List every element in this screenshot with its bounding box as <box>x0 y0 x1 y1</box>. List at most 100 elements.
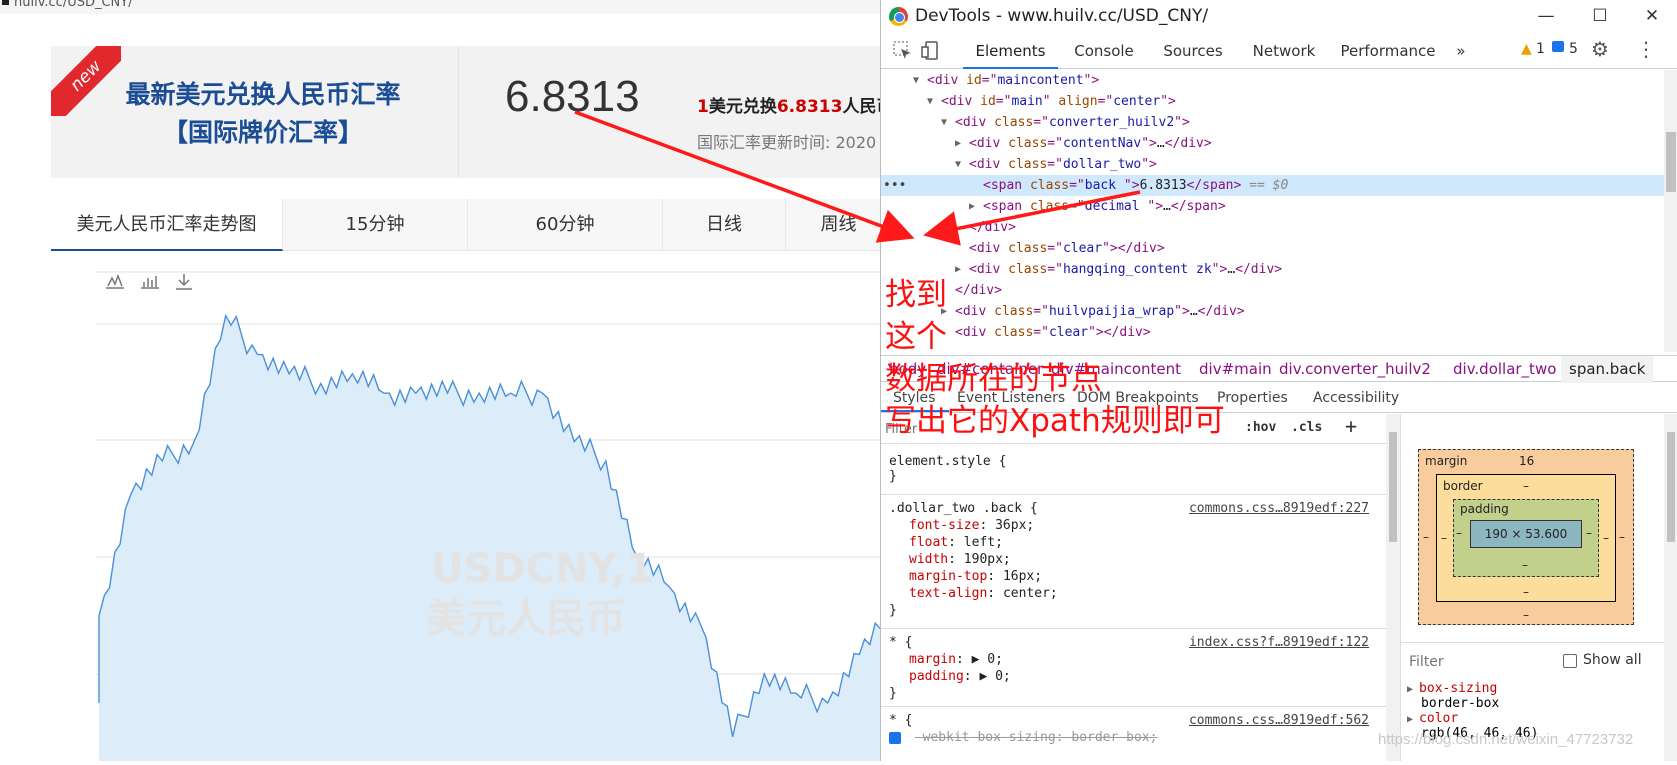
dom-toggle-icon[interactable]: ▼ <box>941 112 947 133</box>
add-rule-button[interactable]: + <box>1345 414 1357 438</box>
rate-desc-mid: 美元兑换 <box>708 97 777 117</box>
update-time: 国际汇率更新时间: 2020 <box>697 133 877 152</box>
computed-value: border-box <box>1421 696 1500 711</box>
padding-right-value: – <box>1586 526 1592 540</box>
dom-toggle-icon[interactable]: ▶ <box>955 133 961 154</box>
dom-node[interactable]: </div> <box>881 217 1664 238</box>
bar-chart-icon[interactable] <box>141 276 159 289</box>
header-divider <box>458 46 459 178</box>
chart-svg: USDCNY,1 美元人民币 <box>96 271 892 761</box>
dom-node[interactable]: ▼ <div id="maincontent"> <box>881 70 1664 91</box>
crumb-dollar-two[interactable]: div.dollar_two <box>1453 356 1556 383</box>
dom-node[interactable]: ▶ <span class="decimal ">…</span> <box>881 196 1664 217</box>
show-all-checkbox[interactable] <box>1563 654 1577 668</box>
line-chart-icon[interactable] <box>106 273 124 289</box>
dom-node[interactable]: <div class="clear"></div> <box>881 238 1664 259</box>
rule2-source-link[interactable]: index.css?f…8919edf:122 <box>1189 634 1369 651</box>
rule3-prop-struck[interactable]: -webkit-box-sizing: border-box; <box>915 730 1158 745</box>
tab-daily[interactable]: 日线 <box>663 199 786 251</box>
dom-toggle-icon[interactable]: ▼ <box>927 91 933 112</box>
settings-gear-icon[interactable]: ⚙ <box>1591 37 1609 61</box>
css-property[interactable]: margin-top: 16px; <box>889 568 1369 585</box>
rule1-source-link[interactable]: commons.css…8919edf:227 <box>1189 500 1369 517</box>
computed-property[interactable]: ▶ color <box>1407 711 1538 726</box>
computed-filter-input[interactable] <box>1409 651 1549 673</box>
page-title-line1: 最新美元兑换人民币汇率 <box>125 80 401 109</box>
more-options-icon[interactable]: ⋮ <box>1636 37 1656 61</box>
rate-chart: USDCNY,1 美元人民币 <box>51 252 892 761</box>
url-text: huilv.cc/USD_CNY/ <box>14 0 133 10</box>
inspect-element-icon[interactable] <box>893 41 913 61</box>
close-icon[interactable]: ✕ <box>1627 0 1677 33</box>
dom-node[interactable]: ▶ <div class="contentNav">…</div> <box>881 133 1664 154</box>
warning-icon[interactable]: ▲ <box>1521 41 1532 57</box>
box-model-pane: margin 16 – – – border – – – – padding –… <box>1400 414 1677 761</box>
styles-scrollbar[interactable] <box>1386 414 1400 761</box>
device-toolbar-icon[interactable] <box>921 41 941 61</box>
tab-network[interactable]: Network <box>1239 33 1329 69</box>
message-icon[interactable] <box>1552 41 1564 52</box>
dom-node[interactable]: ▼ <div class="dollar_two"> <box>881 154 1664 175</box>
dom-node[interactable]: ▼ <div id="main" align="center"> <box>881 91 1664 112</box>
page-icon <box>2 0 9 5</box>
css-property[interactable]: float: left; <box>889 534 1369 551</box>
minimize-icon[interactable]: — <box>1521 0 1571 33</box>
box-scroll-thumb[interactable] <box>1667 432 1675 542</box>
crumb-span-back[interactable]: span.back <box>1561 356 1654 383</box>
annotation-text: 找到 这个 数据所在的节点 写出它的Xpath规则即可 <box>885 274 1225 442</box>
selected-node-dots: ••• <box>883 178 907 193</box>
rule-universal-2: * { commons.css…8919edf:562 -webkit-box-… <box>889 712 1369 746</box>
box-scrollbar[interactable] <box>1664 414 1677 761</box>
download-icon[interactable] <box>176 274 192 290</box>
tab-weekly[interactable]: 周线 <box>786 199 891 251</box>
dom-toggle-icon[interactable]: ▼ <box>913 70 919 91</box>
blog-watermark: https://blog.csdn.net/weixin_47723732 <box>1378 731 1634 748</box>
rule3-prop-row: -webkit-box-sizing: border-box; <box>889 729 1369 746</box>
annotation-line1: 找到 <box>885 277 947 313</box>
rule-dollar-two-back: .dollar_two .back { commons.css…8919edf:… <box>889 500 1369 619</box>
rate-desc-amount: 1 <box>697 97 709 117</box>
dom-toggle-icon[interactable]: ▼ <box>955 154 961 175</box>
maximize-icon[interactable]: ☐ <box>1575 0 1625 33</box>
computed-property[interactable]: ▶ box-sizing <box>1407 681 1538 696</box>
tab-console[interactable]: Console <box>1061 33 1147 69</box>
subtab-properties[interactable]: Properties <box>1217 383 1288 413</box>
tab-elements[interactable]: Elements <box>963 33 1058 69</box>
tab-sources[interactable]: Sources <box>1151 33 1235 69</box>
padding-bottom-value: – <box>1522 558 1528 572</box>
dom-toggle-icon[interactable]: ▶ <box>969 196 975 217</box>
hov-button[interactable]: :hov <box>1245 420 1276 435</box>
subtab-accessibility[interactable]: Accessibility <box>1313 383 1399 413</box>
rule3-prop-checkbox[interactable] <box>889 731 901 744</box>
exchange-rate-value: 6.8313 <box>505 72 640 121</box>
css-property[interactable]: text-align: center; <box>889 585 1369 602</box>
box-model-padding: padding – – – 190 × 53.600 <box>1453 499 1599 577</box>
css-property[interactable]: padding: ▶ 0; <box>889 668 1369 685</box>
rule-separator <box>881 628 1386 629</box>
border-label: border <box>1443 479 1483 493</box>
message-count: 5 <box>1569 41 1578 57</box>
more-tabs-icon[interactable]: » <box>1449 33 1473 69</box>
border-left-value: – <box>1441 531 1447 545</box>
margin-right-value: – <box>1619 530 1625 544</box>
crumb-converter[interactable]: div.converter_huilv2 <box>1279 356 1431 383</box>
rule3-source-link[interactable]: commons.css…8919edf:562 <box>1189 712 1369 729</box>
tab-trend-chart[interactable]: 美元人民币汇率走势图 <box>51 199 283 251</box>
css-property[interactable]: font-size: 36px; <box>889 517 1369 534</box>
rule-universal-1: * { index.css?f…8919edf:122 margin: ▶ 0;… <box>889 634 1369 702</box>
elements-scroll-thumb[interactable] <box>1666 132 1676 192</box>
css-property[interactable]: width: 190px; <box>889 551 1369 568</box>
dom-node[interactable]: ▼ <div class="converter_huilv2"> <box>881 112 1664 133</box>
devtools-titlebar: DevTools - www.huilv.cc/USD_CNY/ — ☐ ✕ <box>881 0 1677 33</box>
tab-performance[interactable]: Performance <box>1333 33 1443 69</box>
tab-15min[interactable]: 15分钟 <box>283 199 468 251</box>
margin-top-value: 16 <box>1519 454 1535 468</box>
dom-node-selected[interactable]: ••• <span class="back ">6.8313</span> == … <box>881 175 1664 196</box>
css-property[interactable]: margin: ▶ 0; <box>889 651 1369 668</box>
cls-button[interactable]: .cls <box>1291 420 1322 435</box>
border-top-value: – <box>1523 479 1529 493</box>
tab-60min[interactable]: 60分钟 <box>468 199 663 251</box>
elements-scrollbar[interactable] <box>1664 70 1677 352</box>
box-model-border: border – – – – padding – – – 190 × 53.60… <box>1436 474 1616 602</box>
styles-scroll-thumb[interactable] <box>1389 432 1397 542</box>
